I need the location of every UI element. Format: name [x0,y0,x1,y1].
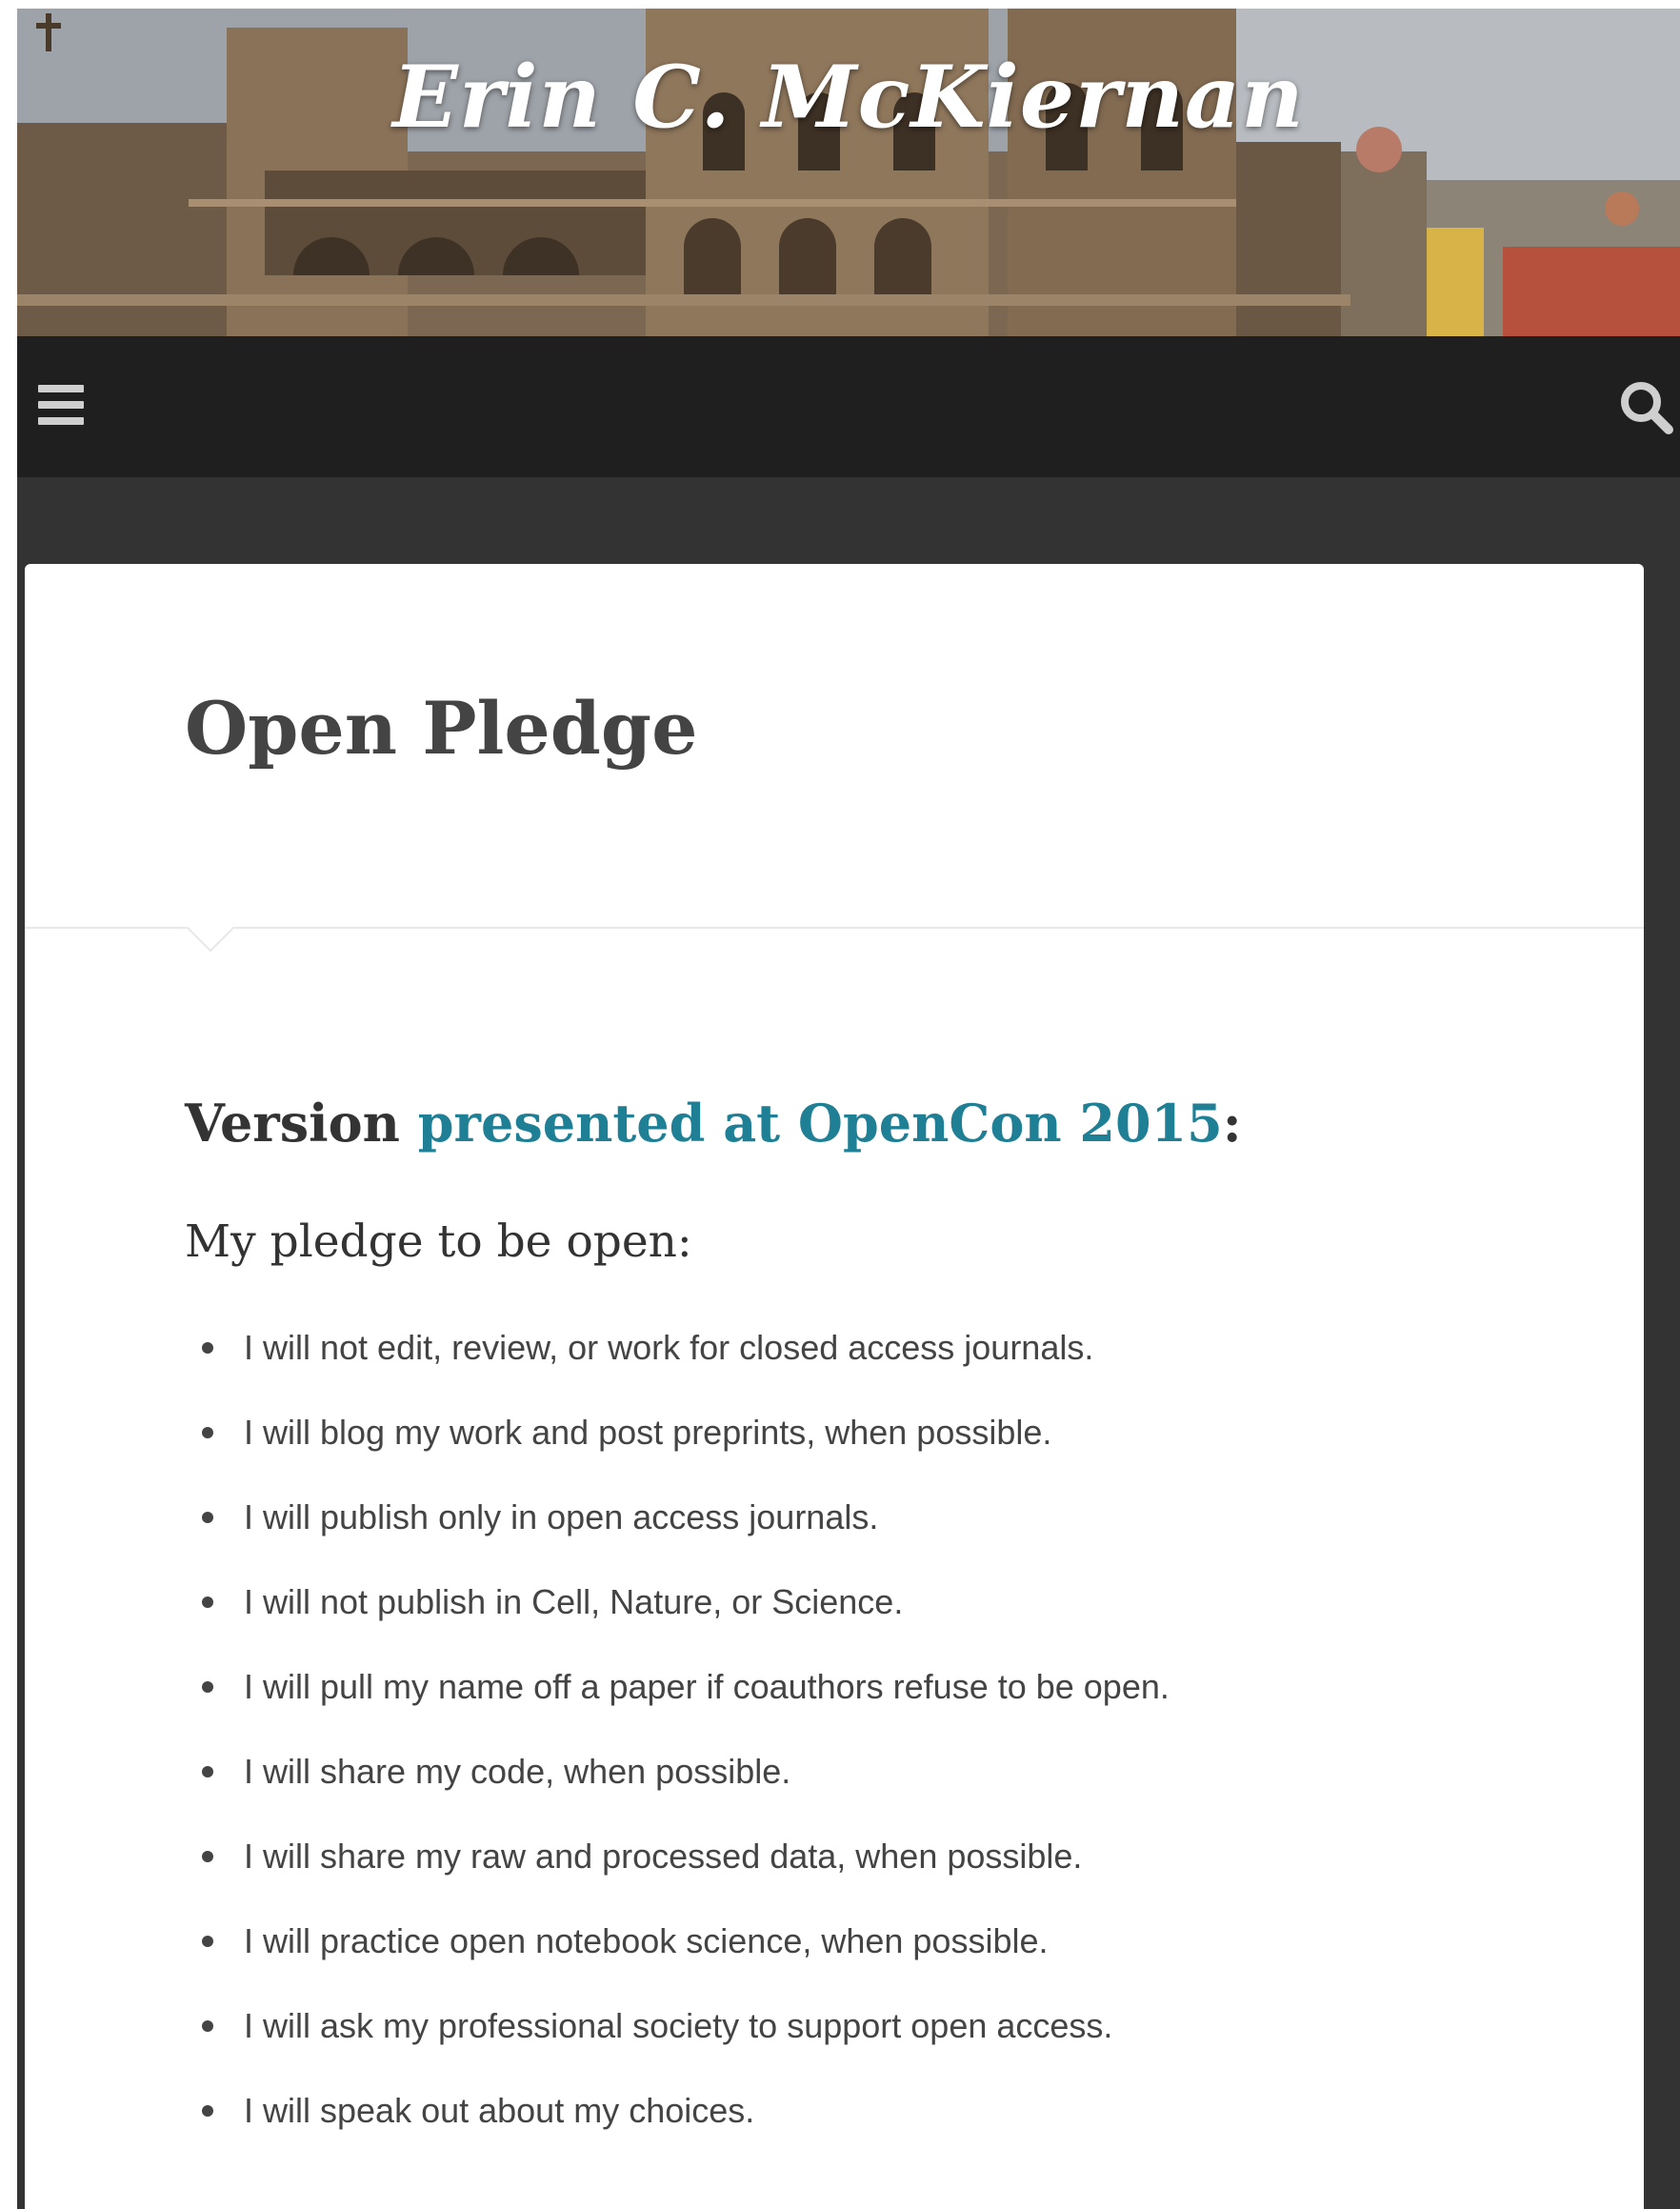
pledge-text: I will share my raw and processed data, … [244,1837,1083,1876]
site-title[interactable]: Erin C. McKiernan [17,47,1680,148]
pledge-text: I will publish only in open access journ… [244,1497,879,1536]
version-suffix: : [1222,1093,1242,1154]
list-item: I will publish only in open access journ… [185,1500,1170,1585]
bullet-icon [202,1851,213,1862]
page-header: Open Pledge [25,564,1644,929]
search-icon-graphic [1621,382,1673,434]
header-banner: Erin C. McKiernan [17,9,1680,336]
list-item: I will speak out about my choices. [185,2094,1170,2179]
menu-bar [38,417,84,425]
list-item: I will practice open notebook science, w… [185,1924,1170,2009]
version-prefix: Version [185,1093,418,1154]
pledge-text: I will ask my professional society to su… [244,2006,1113,2045]
pledge-text: I will practice open notebook science, w… [244,1921,1049,1960]
pledge-text: I will pull my name off a paper if coaut… [244,1667,1170,1706]
menu-bar [38,385,84,392]
list-item: I will not publish in Cell, Nature, or S… [185,1585,1170,1670]
page-title: Open Pledge [185,686,698,771]
bullet-icon [202,1597,213,1608]
version-heading: Version presented at OpenCon 2015: [185,1093,1242,1155]
bullet-icon [202,2105,213,2117]
pledge-text: I will blog my work and post preprints, … [244,1413,1052,1452]
opencon-2015-link[interactable]: presented at OpenCon 2015 [418,1093,1223,1154]
list-item: I will share my raw and processed data, … [185,1839,1170,1924]
list-item: I will pull my name off a paper if coaut… [185,1670,1170,1755]
top-navbar [17,336,1680,477]
pledge-text: I will not publish in Cell, Nature, or S… [244,1582,904,1621]
content-card: Open Pledge Version presented at OpenCon… [25,564,1644,2209]
list-item: I will blog my work and post preprints, … [185,1416,1170,1500]
bullet-icon [202,1342,213,1354]
pledge-intro: My pledge to be open: [185,1215,692,1268]
pledge-list: I will not edit, review, or work for clo… [185,1331,1170,2179]
menu-bar [38,401,84,409]
pledge-text: I will not edit, review, or work for clo… [244,1328,1094,1367]
pledge-text: I will speak out about my choices. [244,2091,755,2130]
bullet-icon [202,1766,213,1777]
bullet-icon [202,1512,213,1523]
list-item: I will not edit, review, or work for clo… [185,1331,1170,1416]
bullet-icon [202,1681,213,1693]
pledge-text: I will share my code, when possible. [244,1752,791,1791]
bullet-icon [202,1936,213,1947]
list-item: I will share my code, when possible. [185,1755,1170,1839]
list-item: I will ask my professional society to su… [185,2009,1170,2094]
bullet-icon [202,2020,213,2032]
hamburger-menu-icon[interactable] [38,383,86,431]
bullet-icon [202,1427,213,1438]
search-icon[interactable] [1617,378,1674,435]
